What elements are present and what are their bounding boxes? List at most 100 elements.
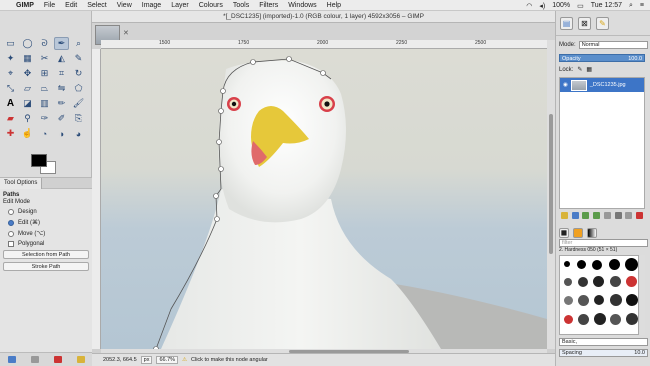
blur-tool-icon[interactable]: ◔ — [37, 127, 52, 140]
brush-swatch[interactable] — [626, 313, 638, 325]
brush-grid[interactable] — [559, 255, 639, 335]
layers-tab-icon[interactable]: ▤ — [560, 16, 573, 30]
mode-design-radio[interactable]: Design — [8, 207, 92, 216]
new-layer-group-icon[interactable] — [571, 211, 579, 219]
scissors-tool-icon[interactable]: ✂ — [37, 52, 52, 65]
path-node[interactable] — [220, 88, 226, 94]
battery-icon[interactable]: ▭ — [577, 2, 584, 10]
fg-bg-colors[interactable] — [31, 154, 61, 176]
scale-tool-icon[interactable]: ⤡ — [3, 82, 18, 95]
menu-view[interactable]: View — [117, 2, 132, 9]
ink-tool-icon[interactable]: ✑ — [37, 112, 52, 125]
battery-percent[interactable]: 100% — [552, 2, 570, 9]
path-node[interactable] — [218, 166, 224, 172]
unit-select[interactable]: px — [140, 356, 153, 364]
visibility-eye-icon[interactable]: ◉ — [563, 82, 568, 88]
paintbrush-tool-icon[interactable]: 🖌 — [71, 97, 86, 110]
brush-swatch[interactable] — [578, 314, 589, 325]
brush-swatch[interactable] — [626, 276, 637, 287]
patterns-tab-icon[interactable] — [573, 227, 583, 238]
mode-move-radio[interactable]: Move (⌥) — [8, 229, 92, 238]
path-node[interactable] — [320, 70, 326, 76]
paths-tool-icon[interactable]: ✒ — [54, 37, 69, 50]
notification-center-icon[interactable]: ≡ — [640, 2, 644, 9]
paths-tab-icon[interactable]: ✎ — [596, 16, 609, 30]
lock-pixels-icon[interactable]: ✎ — [577, 66, 582, 73]
zoom-tool-icon[interactable]: ⌕ — [71, 37, 86, 50]
bucket-fill-tool-icon[interactable]: ◪ — [20, 97, 35, 110]
image-canvas[interactable] — [101, 49, 547, 349]
selection-from-path-button[interactable]: Selection from Path — [3, 250, 89, 259]
gradients-tab-icon[interactable] — [587, 227, 597, 238]
menu-file[interactable]: File — [44, 2, 55, 9]
flip-tool-icon[interactable]: ⇋ — [54, 82, 69, 95]
smudge-tool-icon[interactable]: ☝ — [20, 127, 35, 140]
crop-tool-icon[interactable]: ⌗ — [54, 67, 69, 80]
menu-filters[interactable]: Filters — [259, 2, 278, 9]
brush-swatch[interactable] — [578, 277, 588, 287]
move-tool-icon[interactable]: ✥ — [20, 67, 35, 80]
delete-options-icon[interactable] — [53, 356, 62, 363]
menu-help[interactable]: Help — [327, 2, 341, 9]
dodge-burn-tool-icon[interactable]: ◑ — [54, 127, 69, 140]
brushes-tab-icon[interactable]: ◼ — [559, 227, 569, 238]
menu-edit[interactable]: Edit — [65, 2, 77, 9]
reset-options-icon[interactable] — [76, 356, 85, 363]
path-node[interactable] — [216, 139, 222, 145]
shear-tool-icon[interactable]: ▱ — [20, 82, 35, 95]
path-node[interactable] — [213, 193, 219, 199]
lower-layer-icon[interactable] — [593, 211, 601, 219]
path-node[interactable] — [250, 59, 256, 65]
tab-tool-options[interactable]: Tool Options — [0, 177, 43, 189]
clone-tool-icon[interactable]: ⎘ — [71, 112, 86, 125]
polygonal-checkbox[interactable]: Polygonal — [8, 241, 92, 247]
brush-swatch[interactable] — [625, 258, 638, 271]
perspective-tool-icon[interactable]: ⏢ — [37, 82, 52, 95]
color-picker-tool-icon[interactable]: ✎ — [71, 52, 86, 65]
heal-tool-icon[interactable]: ✚ — [3, 127, 18, 140]
cage-tool-icon[interactable]: ⬠ — [71, 82, 86, 95]
paint-select-tool-icon[interactable]: ◕ — [71, 127, 86, 140]
gradient-tool-icon[interactable]: ▥ — [37, 97, 52, 110]
brush-swatch[interactable] — [578, 295, 589, 306]
wifi-icon[interactable]: ◠ — [526, 2, 532, 10]
raise-layer-icon[interactable] — [582, 211, 590, 219]
mode-select[interactable]: Normal — [578, 40, 648, 49]
mask-layer-icon[interactable] — [625, 211, 633, 219]
brush-swatch[interactable] — [594, 313, 606, 325]
brush-scrollbar[interactable] — [640, 255, 645, 335]
menu-windows[interactable]: Windows — [288, 2, 316, 9]
save-options-icon[interactable] — [7, 356, 16, 363]
layer-row[interactable]: ◉ _DSC1235.jpg — [560, 78, 644, 92]
spacing-slider[interactable]: Spacing 10.0 — [559, 348, 648, 357]
brush-swatch[interactable] — [593, 276, 604, 287]
menu-layer[interactable]: Layer — [171, 2, 189, 9]
foreground-select-tool-icon[interactable]: ◭ — [54, 52, 69, 65]
fuzzy-select-tool-icon[interactable]: ✦ — [3, 52, 18, 65]
opacity-slider[interactable]: Opacity 100.0 — [559, 54, 645, 62]
brush-swatch[interactable] — [564, 261, 570, 267]
text-tool-icon[interactable]: A — [3, 97, 18, 110]
brush-swatch[interactable] — [594, 295, 604, 305]
eraser-tool-icon[interactable]: ▰ — [3, 112, 18, 125]
mypaint-brush-tool-icon[interactable]: ✐ — [54, 112, 69, 125]
channels-tab-icon[interactable]: ⊠ — [578, 16, 591, 30]
close-icon[interactable]: ✕ — [123, 29, 129, 37]
menubar-clock[interactable]: Tue 12:57 — [591, 2, 622, 9]
menu-tools[interactable]: Tools — [233, 2, 249, 9]
brush-swatch[interactable] — [626, 294, 638, 306]
brush-swatch[interactable] — [610, 294, 622, 306]
volume-icon[interactable]: ◂) — [539, 2, 545, 10]
select-by-color-tool-icon[interactable]: ▦ — [20, 52, 35, 65]
delete-layer-icon[interactable] — [636, 211, 644, 219]
brush-swatch[interactable] — [592, 260, 602, 270]
ellipse-select-tool-icon[interactable]: ◯ — [20, 37, 35, 50]
airbrush-tool-icon[interactable]: ⚲ — [20, 112, 35, 125]
duplicate-layer-icon[interactable] — [603, 211, 611, 219]
brush-swatch[interactable] — [577, 260, 586, 269]
brush-swatch[interactable] — [610, 314, 621, 325]
menu-image[interactable]: Image — [142, 2, 161, 9]
rect-select-tool-icon[interactable]: ▭ — [3, 37, 18, 50]
rotate-tool-icon[interactable]: ↻ — [71, 67, 86, 80]
path-node[interactable] — [218, 108, 224, 114]
